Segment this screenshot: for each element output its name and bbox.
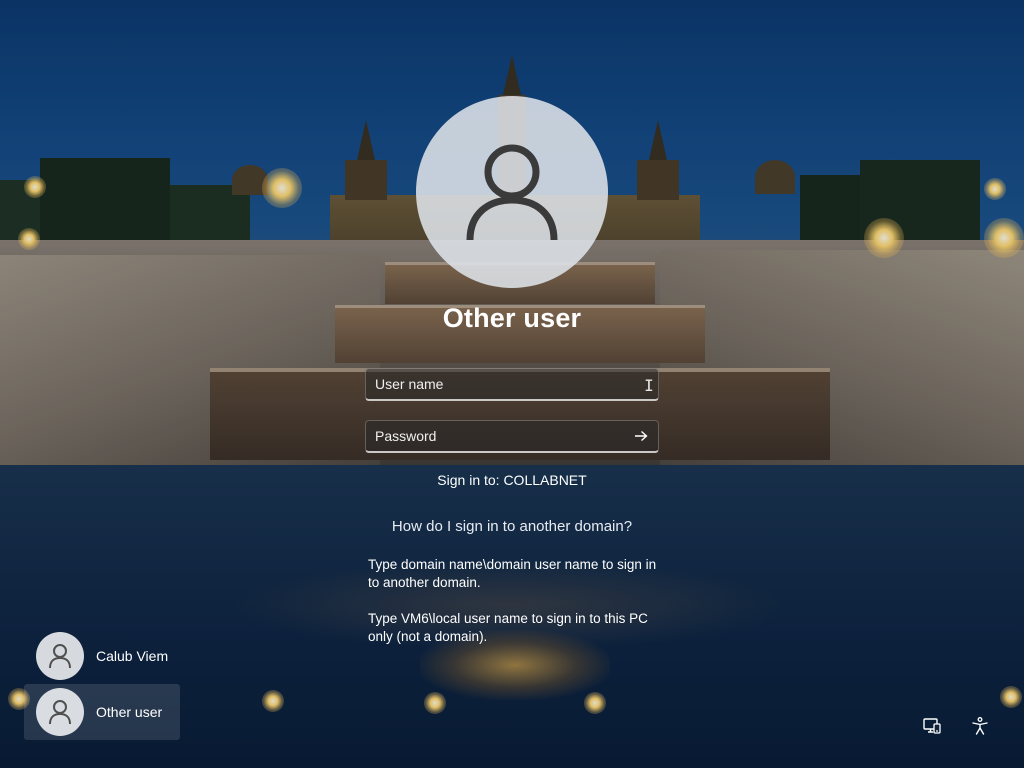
user-avatar-icon: [466, 144, 558, 241]
password-input[interactable]: [375, 428, 624, 444]
user-avatar-icon: [49, 644, 71, 669]
user-avatar-small: [36, 688, 84, 736]
sign-in-domain-label: Sign in to: COLLABNET: [437, 472, 587, 488]
accessibility-button[interactable]: [966, 712, 994, 740]
help-link-other-domain[interactable]: How do I sign in to another domain?: [312, 518, 712, 535]
network-icon: [923, 718, 941, 734]
text-cursor-icon: I: [644, 375, 654, 395]
user-tile-name: Calub Viem: [96, 648, 169, 664]
help-paragraph-domain: Type domain name\domain user name to sig…: [368, 557, 657, 590]
user-title: Other user: [442, 303, 582, 333]
user-tile-name: Other user: [96, 704, 163, 720]
username-field[interactable]: I: [365, 368, 659, 401]
network-button[interactable]: [918, 712, 946, 740]
user-tile-other-user[interactable]: Other user: [24, 684, 180, 740]
user-switcher: Calub Viem Other user: [24, 628, 180, 740]
submit-button[interactable]: [624, 421, 658, 451]
user-avatar-large: [416, 96, 608, 288]
accessibility-icon: [972, 717, 988, 735]
username-input[interactable]: [375, 376, 658, 392]
user-avatar-small: [36, 632, 84, 680]
password-field[interactable]: [365, 420, 659, 453]
arrow-right-icon: [635, 430, 648, 442]
help-paragraph-local: Type VM6\local user name to sign in to t…: [368, 611, 648, 644]
help-text: Type domain name\domain user name to sig…: [368, 556, 668, 646]
user-tile-calub-viem[interactable]: Calub Viem: [24, 628, 180, 684]
user-avatar-icon: [49, 700, 71, 725]
